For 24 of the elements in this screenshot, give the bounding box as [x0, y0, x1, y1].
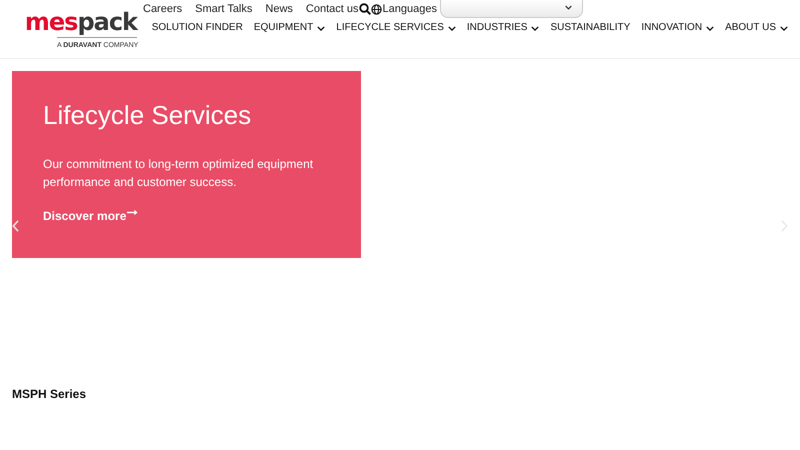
chevron-left-icon[interactable]	[12, 220, 19, 232]
languages-link[interactable]: Languages	[370, 0, 437, 18]
nav-link[interactable]: SOLUTION FINDER	[152, 21, 243, 35]
nav-link[interactable]: LIFECYCLE SERVICES	[336, 21, 456, 35]
search-icon[interactable]	[358, 3, 370, 15]
nav-link[interactable]: ABOUT US	[725, 21, 788, 35]
arrow-right-icon	[127, 209, 138, 216]
top-link[interactable]: Careers	[143, 0, 182, 18]
top-link[interactable]: Smart Talks	[195, 0, 252, 18]
logo-text: mes	[24, 9, 78, 35]
nav-link[interactable]: SUSTAINABILITY	[550, 21, 630, 35]
hero-text: Our commitment to long-term optimized equipment performance and customer success.	[43, 156, 314, 191]
nav-link[interactable]: INDUSTRIES	[466, 21, 540, 35]
top-link[interactable]: Contact us	[306, 0, 358, 18]
logo-text: pack	[77, 9, 137, 35]
nav-link[interactable]: INNOVATION	[641, 21, 714, 35]
language-select[interactable]	[440, 0, 583, 18]
hero-title: Lifecycle Services	[43, 99, 252, 131]
discover-more-link[interactable]: Discover more	[43, 209, 138, 223]
globe-icon	[370, 4, 382, 14]
nav-link[interactable]: EQUIPMENT	[254, 21, 326, 35]
top-link[interactable]: News	[265, 0, 293, 18]
chevron-down-icon	[564, 5, 572, 10]
section-title: MSPH Series	[12, 387, 88, 401]
